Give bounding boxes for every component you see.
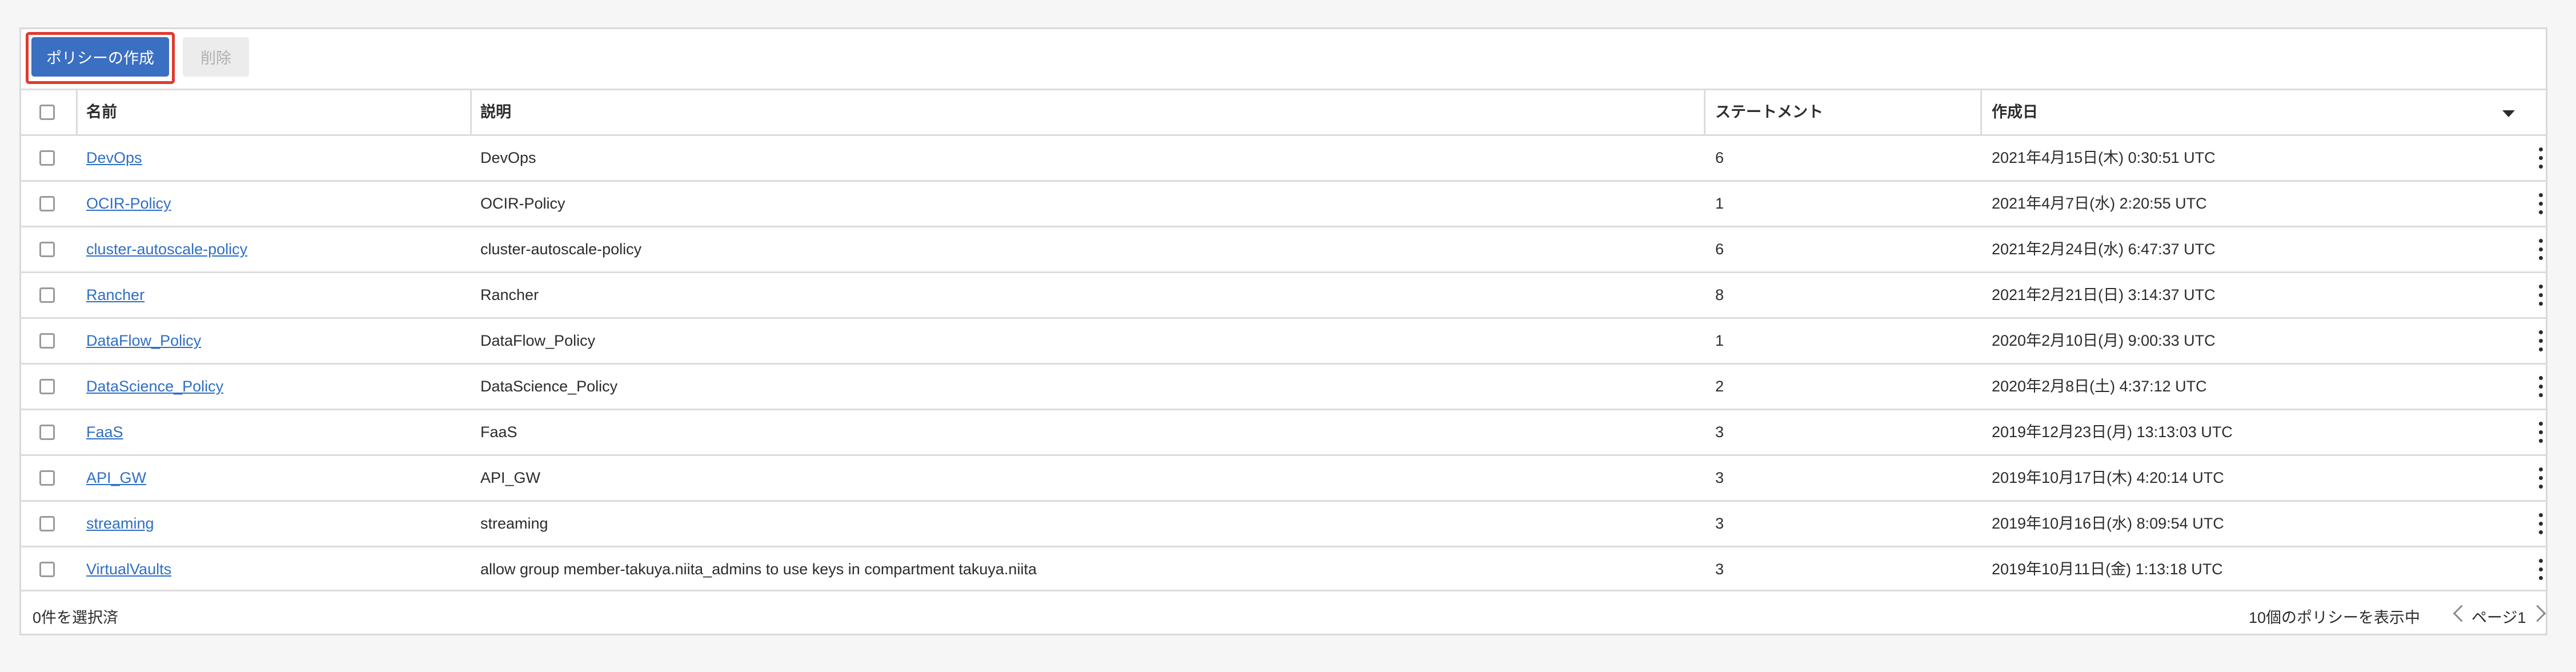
- table-row: DevOps DevOps 6 2021年4月15日(木) 0:30:51 UTC: [21, 134, 2546, 180]
- column-divider: [470, 90, 472, 134]
- policy-statement-count: 2: [1715, 378, 1724, 395]
- policy-statement-count: 3: [1715, 515, 1724, 532]
- policy-created-date: 2019年10月11日(金) 1:13:18 UTC: [1992, 561, 2223, 578]
- policy-count: 10個のポリシーを表示中: [2249, 609, 2421, 626]
- table-footer: 0件を選択済 10個のポリシーを表示中 ページ1: [21, 594, 2546, 634]
- delete-button[interactable]: 削除: [183, 37, 249, 77]
- policy-statement-count: 6: [1715, 149, 1724, 166]
- row-checkbox[interactable]: [39, 150, 55, 166]
- column-divider: [76, 90, 78, 134]
- column-divider: [1980, 90, 1982, 134]
- policy-statement-count: 8: [1715, 286, 1724, 303]
- chevron-left-icon[interactable]: [2453, 605, 2470, 622]
- policy-name-link[interactable]: OCIR-Policy: [86, 195, 171, 212]
- policy-name-link[interactable]: DataFlow_Policy: [86, 332, 201, 349]
- kebab-menu-icon[interactable]: [2539, 422, 2543, 443]
- policy-statement-count: 3: [1715, 561, 1724, 578]
- kebab-menu-icon[interactable]: [2539, 330, 2543, 352]
- policy-created-date: 2021年2月24日(水) 6:47:37 UTC: [1992, 241, 2216, 258]
- policy-table: 名前 説明 ステートメント 作成日 DevOps DevOps 6 2021年4月15…: [21, 89, 2546, 591]
- policy-name-link[interactable]: API_GW: [86, 469, 146, 486]
- policy-description: DataFlow_Policy: [480, 332, 596, 349]
- policy-statement-count: 1: [1715, 332, 1724, 349]
- policy-created-date: 2020年2月10日(月) 9:00:33 UTC: [1992, 332, 2216, 349]
- row-checkbox[interactable]: [39, 516, 55, 531]
- policy-created-date: 2021年4月15日(木) 0:30:51 UTC: [1992, 149, 2216, 166]
- policy-description: FaaS: [480, 423, 517, 441]
- row-checkbox[interactable]: [39, 196, 55, 211]
- table-header-row: 名前 説明 ステートメント 作成日: [21, 89, 2546, 134]
- row-checkbox[interactable]: [39, 562, 55, 577]
- row-checkbox[interactable]: [39, 287, 55, 303]
- chevron-right-icon[interactable]: [2529, 605, 2546, 622]
- select-all-checkbox[interactable]: [39, 105, 55, 120]
- table-row: Rancher Rancher 8 2021年2月21日(日) 3:14:37 UTC: [21, 271, 2546, 317]
- policy-statement-count: 6: [1715, 241, 1724, 258]
- policy-statement-count: 3: [1715, 423, 1724, 441]
- policy-statement-count: 1: [1715, 195, 1724, 212]
- table-row: API_GW API_GW 3 2019年10月17日(木) 4:20:14 UTC: [21, 454, 2546, 500]
- page-title-cut: [0, 0, 2576, 13]
- row-checkbox[interactable]: [39, 242, 55, 257]
- policy-created-date: 2019年10月17日(木) 4:20:14 UTC: [1992, 469, 2224, 486]
- policy-created-date: 2021年2月21日(日) 3:14:37 UTC: [1992, 286, 2216, 303]
- policy-description: streaming: [480, 515, 548, 532]
- column-divider: [1704, 90, 1706, 134]
- table-row: cluster-autoscale-policy cluster-autoscal…: [21, 226, 2546, 271]
- kebab-menu-icon[interactable]: [2539, 467, 2543, 489]
- column-header-created[interactable]: 作成日: [1992, 90, 2460, 134]
- policy-description: allow group member-takuya.niita_admins t…: [480, 561, 1037, 578]
- column-header-description[interactable]: 説明: [480, 90, 1708, 134]
- row-checkbox[interactable]: [39, 379, 55, 394]
- policy-description: OCIR-Policy: [480, 195, 565, 212]
- kebab-menu-icon[interactable]: [2539, 559, 2543, 581]
- policy-description: API_GW: [480, 469, 541, 486]
- create-policy-button[interactable]: ポリシーの作成: [31, 37, 169, 77]
- kebab-menu-icon[interactable]: [2539, 147, 2543, 169]
- row-checkbox[interactable]: [39, 425, 55, 440]
- column-header-name[interactable]: 名前: [86, 90, 475, 134]
- kebab-menu-icon[interactable]: [2539, 513, 2543, 535]
- policy-name-link[interactable]: Rancher: [86, 286, 145, 303]
- policy-description: DevOps: [480, 149, 536, 166]
- row-checkbox[interactable]: [39, 470, 55, 486]
- policy-name-link[interactable]: streaming: [86, 515, 154, 532]
- table-row: streaming streaming 3 2019年10月16日(水) 8:09:5…: [21, 500, 2546, 546]
- policy-created-date: 2019年10月16日(水) 8:09:54 UTC: [1992, 515, 2224, 532]
- table-row: VirtualVaults allow group member-takuya.n…: [21, 546, 2546, 591]
- policy-name-link[interactable]: cluster-autoscale-policy: [86, 241, 247, 258]
- policy-created-date: 2019年12月23日(月) 13:13:03 UTC: [1992, 423, 2233, 441]
- policies-panel: ポリシーの作成 削除 名前 説明 ステートメント 作成日 DevOps DevOp…: [19, 27, 2547, 635]
- kebab-menu-icon[interactable]: [2539, 239, 2543, 261]
- policy-created-date: 2020年2月8日(土) 4:37:12 UTC: [1992, 378, 2207, 395]
- toolbar: ポリシーの作成 削除: [21, 29, 2546, 89]
- kebab-menu-icon[interactable]: [2539, 285, 2543, 306]
- table-row: FaaS FaaS 3 2019年12月23日(月) 13:13:03 UTC: [21, 409, 2546, 454]
- policy-name-link[interactable]: DevOps: [86, 149, 142, 166]
- policy-description: cluster-autoscale-policy: [480, 241, 642, 258]
- policy-name-link[interactable]: DataScience_Policy: [86, 378, 223, 395]
- page-label: ページ1: [2471, 609, 2526, 626]
- kebab-menu-icon[interactable]: [2539, 376, 2543, 398]
- policy-statement-count: 3: [1715, 469, 1724, 486]
- column-header-statements[interactable]: ステートメント: [1715, 90, 1984, 134]
- table-row: OCIR-Policy OCIR-Policy 1 2021年4月7日(水) 2:20…: [21, 180, 2546, 226]
- selection-count: 0件を選択済: [33, 609, 119, 626]
- table-row: DataFlow_Policy DataFlow_Policy 1 2020年2月10…: [21, 317, 2546, 363]
- policy-created-date: 2021年4月7日(水) 2:20:55 UTC: [1992, 195, 2207, 212]
- policy-description: DataScience_Policy: [480, 378, 618, 395]
- kebab-menu-icon[interactable]: [2539, 193, 2543, 215]
- table-row: DataScience_Policy DataScience_Policy 2 202…: [21, 363, 2546, 409]
- policy-description: Rancher: [480, 286, 539, 303]
- policy-name-link[interactable]: FaaS: [86, 423, 123, 441]
- policy-name-link[interactable]: VirtualVaults: [86, 561, 171, 578]
- sort-caret-down-icon[interactable]: [2502, 110, 2515, 117]
- row-checkbox[interactable]: [39, 333, 55, 349]
